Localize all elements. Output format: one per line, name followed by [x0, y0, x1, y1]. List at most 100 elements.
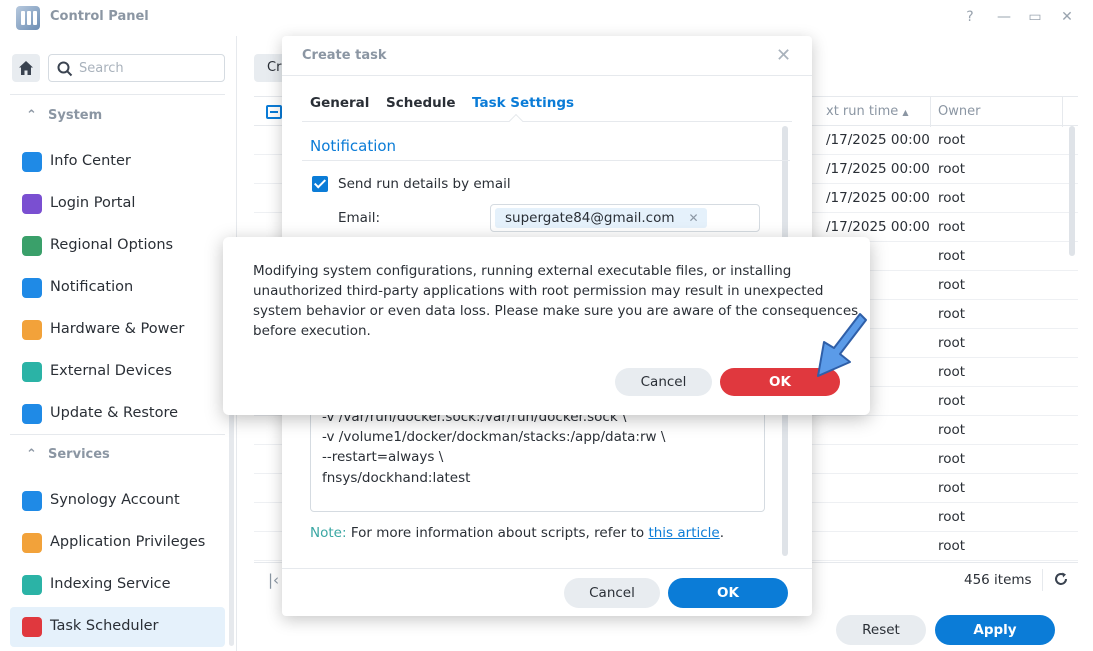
sidebar: ⌃ System Info Center Login Portal Regional … — [0, 36, 237, 651]
email-field[interactable]: supergate84@gmail.com ✕ — [490, 204, 760, 232]
active-tab-indicator — [508, 113, 524, 129]
divider — [282, 568, 812, 569]
apply-button[interactable]: Apply — [935, 615, 1055, 645]
dialog-cancel-button[interactable]: Cancel — [564, 578, 660, 608]
sidebar-item-label: Notification — [50, 279, 134, 295]
account-icon — [22, 491, 42, 511]
sidebar-item-notification[interactable]: Notification — [10, 268, 225, 308]
sidebar-item-synology-account[interactable]: Synology Account — [10, 481, 225, 521]
cell-owner: root — [938, 161, 966, 177]
cell-next-run-time: /17/2025 00:00 — [826, 219, 930, 235]
sidebar-item-external-devices[interactable]: External Devices — [10, 352, 225, 392]
sidebar-item-task-scheduler[interactable]: Task Scheduler — [10, 607, 225, 647]
column-divider — [1062, 97, 1063, 127]
notification-section-title: Notification — [310, 137, 397, 155]
dialog-ok-button[interactable]: OK — [668, 578, 788, 608]
warning-line: before execution. — [253, 323, 371, 339]
this-article-link[interactable]: this article — [648, 525, 719, 541]
cell-next-run-time: /17/2025 00:00 — [826, 190, 930, 206]
reset-button[interactable]: Reset — [836, 615, 926, 645]
refresh-icon[interactable] — [1052, 570, 1070, 588]
note-end: . — [719, 525, 725, 541]
regional-options-icon — [22, 236, 42, 256]
warning-line: unauthorized third-party applications wi… — [253, 283, 824, 299]
cell-owner: root — [938, 422, 966, 438]
remove-chip-icon[interactable]: ✕ — [689, 211, 699, 225]
sidebar-item-label: Update & Restore — [50, 405, 179, 421]
note-label: Note: — [310, 525, 347, 541]
warning-cancel-button[interactable]: Cancel — [615, 368, 712, 396]
cell-owner: root — [938, 393, 966, 409]
script-textarea[interactable]: -v /var/run/docker.sock:/var/run/docker.… — [310, 398, 765, 512]
chevron-up-icon: ⌃ — [26, 108, 37, 123]
select-all-checkbox[interactable] — [266, 105, 282, 119]
cell-owner: root — [938, 480, 966, 496]
warning-line: system behavior or even data loss. Pleas… — [253, 303, 859, 319]
sidebar-item-info-center[interactable]: Info Center — [10, 142, 225, 182]
column-divider — [930, 97, 931, 127]
warning-message: Modifying system configurations, running… — [253, 261, 859, 341]
search-icon — [57, 61, 73, 77]
first-page-icon[interactable]: |‹ — [268, 571, 279, 589]
cell-owner: root — [938, 132, 966, 148]
cell-owner: root — [938, 509, 966, 525]
tab-underline — [302, 121, 792, 122]
home-button[interactable] — [12, 54, 40, 82]
maximize-icon[interactable]: ▭ — [1026, 8, 1044, 26]
sidebar-item-label: Regional Options — [50, 237, 174, 253]
sidebar-item-login-portal[interactable]: Login Portal — [10, 184, 225, 224]
search-input[interactable] — [79, 59, 219, 77]
divider — [282, 75, 812, 76]
sidebar-item-application-privileges[interactable]: Application Privileges — [10, 523, 225, 563]
cell-owner: root — [938, 219, 966, 235]
tab-general[interactable]: General — [310, 95, 369, 111]
info-icon — [22, 152, 42, 172]
login-portal-icon — [22, 194, 42, 214]
help-icon[interactable]: ? — [961, 8, 979, 26]
script-line: --restart=always \ — [322, 449, 444, 465]
table-scrollbar[interactable] — [1069, 126, 1075, 256]
send-email-checkbox[interactable] — [312, 176, 328, 192]
cell-next-run-time: /17/2025 00:00 — [826, 132, 930, 148]
sidebar-item-hardware-power[interactable]: Hardware & Power — [10, 310, 225, 350]
title-bar: Control Panel ? — ▭ ✕ — [0, 0, 1093, 36]
lock-icon — [22, 533, 42, 553]
section-services[interactable]: ⌃ Services — [26, 447, 110, 462]
section-label: System — [48, 108, 103, 123]
control-panel-icon — [16, 6, 40, 30]
sidebar-item-regional-options[interactable]: Regional Options — [10, 226, 225, 266]
close-icon[interactable]: ✕ — [1058, 8, 1076, 26]
chevron-up-icon: ⌃ — [26, 447, 37, 462]
column-owner[interactable]: Owner — [938, 104, 980, 119]
tab-task-settings[interactable]: Task Settings — [472, 95, 574, 111]
divider — [302, 160, 790, 161]
divider — [1042, 569, 1043, 591]
sidebar-item-indexing-service[interactable]: Indexing Service — [10, 565, 225, 605]
divider — [10, 434, 225, 435]
send-email-label[interactable]: Send run details by email — [338, 176, 511, 192]
cell-owner: root — [938, 364, 966, 380]
close-icon[interactable]: ✕ — [776, 45, 791, 66]
column-next-run-time[interactable]: xt run time ▲ — [826, 104, 909, 119]
sidebar-item-update-restore[interactable]: Update & Restore — [10, 394, 225, 434]
sort-ascending-icon: ▲ — [902, 108, 909, 117]
minimize-icon[interactable]: — — [995, 8, 1013, 26]
sidebar-item-label: Info Center — [50, 153, 131, 169]
cell-owner: root — [938, 335, 966, 351]
tab-schedule[interactable]: Schedule — [386, 95, 456, 111]
section-system[interactable]: ⌃ System — [26, 108, 102, 123]
column-label: xt run time — [826, 104, 899, 119]
sidebar-item-label: Indexing Service — [50, 576, 171, 592]
cell-owner: root — [938, 248, 966, 264]
sidebar-item-label: Hardware & Power — [50, 321, 185, 337]
divider — [10, 94, 225, 95]
bulb-icon — [22, 320, 42, 340]
notification-icon — [22, 278, 42, 298]
cell-owner: root — [938, 190, 966, 206]
script-note: Note: For more information about scripts… — [310, 525, 724, 541]
calendar-icon — [22, 617, 42, 637]
app-title: Control Panel — [50, 9, 149, 24]
section-label: Services — [48, 447, 110, 462]
search-field[interactable] — [48, 54, 225, 82]
sidebar-item-label: Login Portal — [50, 195, 136, 211]
